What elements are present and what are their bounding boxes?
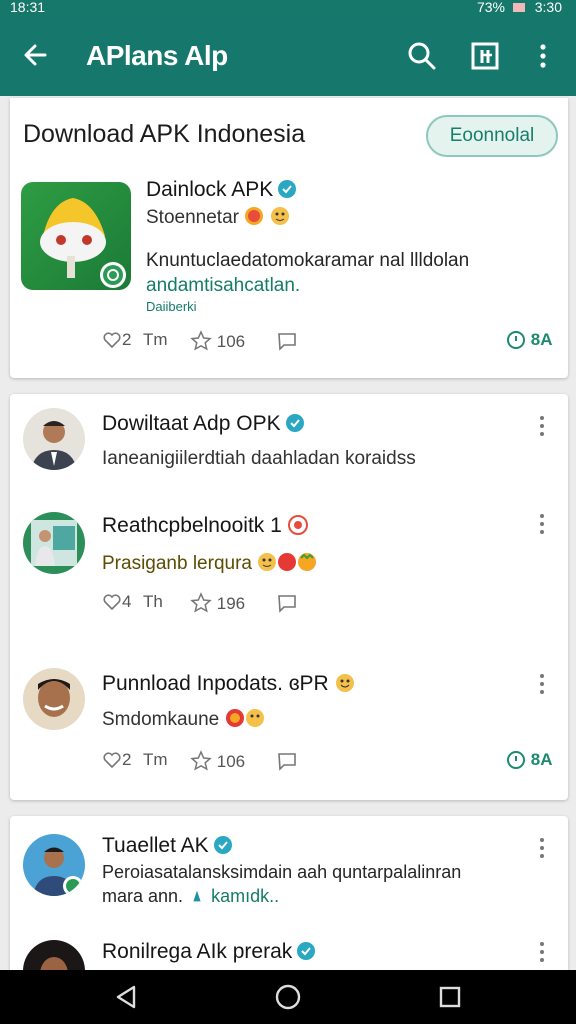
avatar[interactable] xyxy=(23,834,85,896)
comment-icon xyxy=(278,333,296,351)
app-description-line1: Knuntuclaedatomokaramar nal llldolan xyxy=(146,250,470,271)
mascot-icon xyxy=(40,198,126,288)
emoji-icon xyxy=(287,515,308,535)
app-subtitle: Stoennetar xyxy=(146,206,290,229)
status-stat[interactable]: 8A xyxy=(506,330,552,350)
post-body-line1: Peroiasatalansksimdain aah quntarpalalin… xyxy=(102,862,462,882)
post-subtitle: Ianeanigiilerdtiah daahladan koraidss xyxy=(102,448,416,469)
section-heading: Download APK Indonesia xyxy=(23,120,306,148)
app-title: APlans Alp xyxy=(86,40,228,71)
comment-stat[interactable] xyxy=(276,330,298,352)
post-link[interactable]: kamıdk.. xyxy=(211,886,279,906)
emoji-icon xyxy=(258,553,277,571)
search-icon[interactable] xyxy=(406,40,436,72)
comment-icon xyxy=(278,753,296,771)
nav-recents-icon[interactable] xyxy=(436,983,464,1011)
status-time-left: 18:31 xyxy=(10,0,46,15)
verified-icon xyxy=(285,414,304,432)
verified-icon xyxy=(297,942,316,960)
star-stat[interactable]: 196 xyxy=(190,592,245,614)
star-icon xyxy=(190,592,212,613)
more-vert-icon[interactable] xyxy=(537,414,547,438)
post-title[interactable]: Ronilrega AIk prerak xyxy=(102,940,316,964)
featured-stats-bar: 2 Tm 106 8A xyxy=(10,330,568,354)
post-body-line2: mara ann. kamıdk.. xyxy=(102,886,280,906)
post-title[interactable]: Tuaellet AK xyxy=(102,834,233,858)
post-subtitle: Smdomkaune xyxy=(102,708,265,731)
post-stats-bar: 2 Tm 106 8A xyxy=(10,750,568,774)
emoji-icon xyxy=(298,553,317,571)
status-bar: 18:31 73% 3:30 xyxy=(0,0,576,18)
emoji-icon xyxy=(245,709,264,727)
more-vert-icon[interactable] xyxy=(537,836,547,860)
avatar[interactable] xyxy=(23,668,85,730)
system-nav-bar xyxy=(0,970,576,1024)
emoji-icon xyxy=(335,674,354,692)
star-stat[interactable]: 106 xyxy=(190,330,245,352)
star-icon xyxy=(190,330,212,351)
grid-icon[interactable] xyxy=(470,40,500,72)
time-stat: Tm xyxy=(143,330,168,349)
heart-icon xyxy=(103,752,121,769)
post-title[interactable]: Reathcpbelnooitk 1 xyxy=(102,514,308,538)
more-vert-icon[interactable] xyxy=(537,512,547,536)
heart-icon xyxy=(103,332,121,349)
posts-card-2: Tuaellet AK Peroiasatalansksimdain aah q… xyxy=(10,816,568,976)
comment-icon xyxy=(278,595,296,613)
emoji-icon xyxy=(225,709,244,727)
more-vert-icon[interactable] xyxy=(537,940,547,964)
star-stat[interactable]: 106 xyxy=(190,750,245,772)
more-vert-icon[interactable] xyxy=(537,672,547,696)
more-vert-icon[interactable] xyxy=(528,40,558,72)
comment-stat[interactable] xyxy=(276,750,298,772)
info-circle-icon xyxy=(507,751,525,769)
like-stat[interactable]: 2 xyxy=(102,330,131,350)
star-icon xyxy=(190,750,212,771)
heart-icon xyxy=(103,594,121,611)
comment-stat[interactable] xyxy=(276,592,298,614)
battery-icon xyxy=(512,3,525,12)
time-stat: Tm xyxy=(143,750,168,769)
app-bar: APlans Alp xyxy=(0,18,576,96)
info-circle-icon xyxy=(507,331,525,349)
post-title[interactable]: Punnload Inpodats. ɞPR xyxy=(102,672,355,696)
emoji-icon xyxy=(270,207,289,225)
time-stat: Th xyxy=(143,592,163,611)
battery-level: 73% xyxy=(476,0,505,15)
status-time-right: 3:30 xyxy=(534,0,562,15)
emoji-icon xyxy=(278,553,297,571)
status-stat[interactable]: 8A xyxy=(506,750,552,770)
app-description-line3: Daiiberki xyxy=(146,299,197,311)
post-stats-bar: 4 Th 196 xyxy=(10,592,568,616)
posts-card: Dowiltaat Adp OPK Ianeanigiilerdtiah daa… xyxy=(10,394,568,800)
download-button[interactable]: Eoonnolal xyxy=(426,115,558,157)
post-title[interactable]: Dowiltaat Adp OPK xyxy=(102,412,305,436)
post-subtitle: Prasiganb lerqura xyxy=(102,552,317,575)
status-right: 73% 3:30 xyxy=(477,0,562,14)
like-stat[interactable]: 2 xyxy=(102,750,131,770)
emoji-icon xyxy=(245,207,264,225)
like-stat[interactable]: 4 xyxy=(102,592,131,612)
nav-back-icon[interactable] xyxy=(112,983,140,1011)
avatar[interactable] xyxy=(23,512,85,574)
nav-home-icon[interactable] xyxy=(274,983,302,1011)
back-arrow-icon[interactable] xyxy=(20,40,50,70)
verified-icon xyxy=(213,836,232,854)
app-description-line2[interactable]: andamtisahcatlan. xyxy=(146,275,300,297)
app-icon[interactable] xyxy=(21,182,131,290)
avatar[interactable] xyxy=(23,408,85,470)
app-name[interactable]: Dainlock APK xyxy=(146,178,297,202)
verified-icon xyxy=(278,180,297,198)
featured-card: Download APK Indonesia Eoonnolal Dainloc… xyxy=(10,98,568,378)
emoji-icon xyxy=(193,890,201,902)
